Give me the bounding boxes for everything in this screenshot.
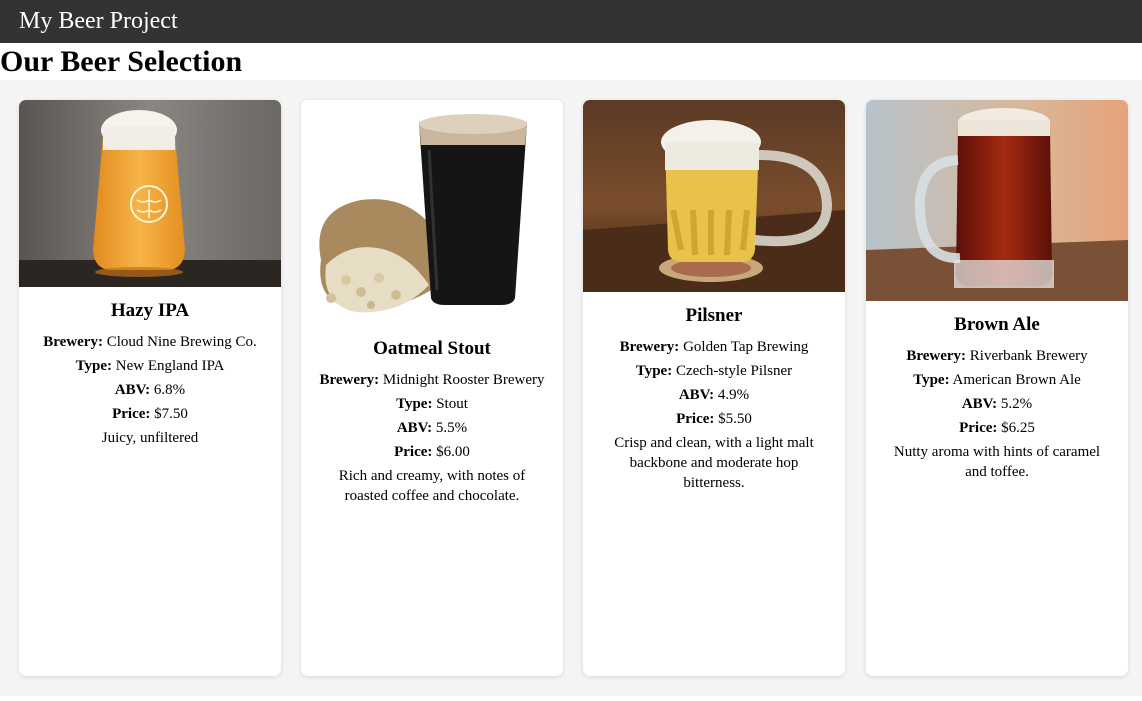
beer-price: Price: $6.25 <box>959 420 1035 436</box>
beer-price: Price: $7.50 <box>112 406 188 422</box>
beer-type: Type: Stout <box>396 396 468 412</box>
beer-name: Brown Ale <box>954 314 1040 335</box>
beer-name: Hazy IPA <box>110 300 190 321</box>
beer-brewery: Brewery: Midnight Rooster Brewery <box>319 372 545 388</box>
beer-price: Price: $5.50 <box>676 411 752 427</box>
beer-grid: Hazy IPA Brewery: Cloud Nine Brewing Co.… <box>0 80 1142 696</box>
beer-card-hazy-ipa: Hazy IPA Brewery: Cloud Nine Brewing Co.… <box>19 100 281 676</box>
beer-image <box>583 100 845 292</box>
beer-card-brown-ale: Brown Ale Brewery: Riverbank Brewery Typ… <box>866 100 1128 676</box>
beer-name: Oatmeal Stout <box>373 338 491 359</box>
beer-name: Pilsner <box>685 305 743 326</box>
beer-type: Type: New England IPA <box>75 358 225 374</box>
site-title: My Beer Project <box>19 8 178 34</box>
beer-description: Nutty aroma with hints of caramel and to… <box>893 444 1101 480</box>
beer-brewery: Brewery: Cloud Nine Brewing Co. <box>43 334 257 350</box>
beer-description: Rich and creamy, with notes of roasted c… <box>338 468 526 504</box>
beer-type: Type: American Brown Ale <box>913 372 1081 388</box>
beer-brewery: Brewery: Golden Tap Brewing <box>619 339 809 355</box>
beer-image <box>19 100 281 287</box>
beer-abv: ABV: 4.9% <box>678 387 750 403</box>
beer-card-pilsner: Pilsner Brewery: Golden Tap Brewing Type… <box>583 100 845 676</box>
beer-description: Crisp and clean, with a light malt backb… <box>614 435 814 491</box>
site-header: My Beer Project <box>0 0 1142 43</box>
beer-description: Juicy, unfiltered <box>101 430 199 446</box>
beer-image <box>301 100 563 325</box>
beer-abv: ABV: 5.2% <box>961 396 1033 412</box>
beer-card-oatmeal-stout: Oatmeal Stout Brewery: Midnight Rooster … <box>301 100 563 676</box>
page-title: Our Beer Selection <box>0 45 243 78</box>
beer-image <box>866 100 1128 301</box>
beer-price: Price: $6.00 <box>394 444 470 460</box>
beer-abv: ABV: 6.8% <box>114 382 186 398</box>
beer-abv: ABV: 5.5% <box>396 420 468 436</box>
beer-brewery: Brewery: Riverbank Brewery <box>906 348 1088 364</box>
beer-type: Type: Czech-style Pilsner <box>635 363 793 379</box>
